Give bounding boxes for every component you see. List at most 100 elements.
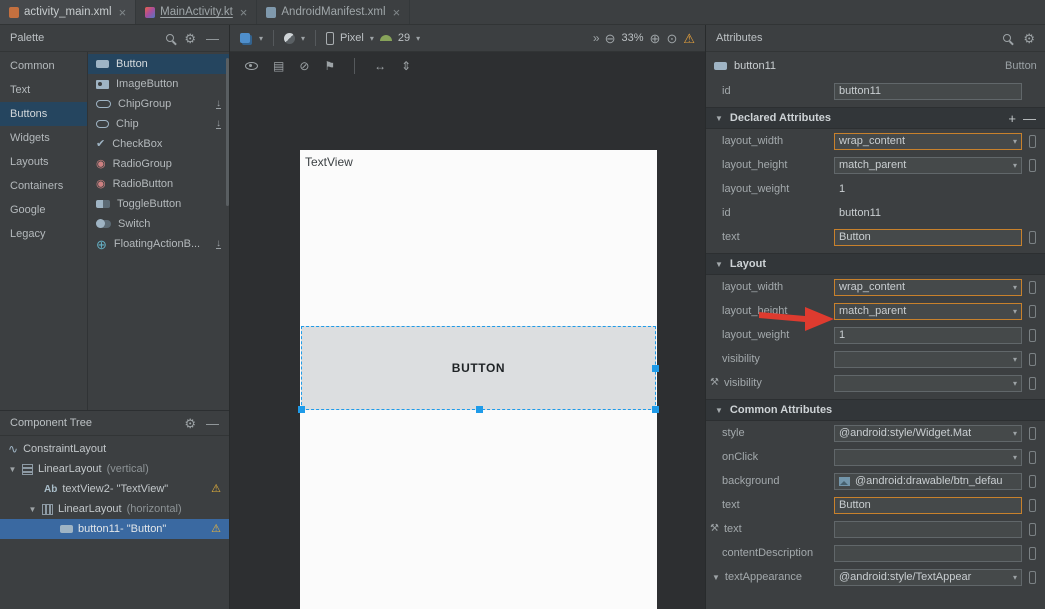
pick-resource-toggle[interactable] — [1029, 135, 1036, 148]
minimize-icon[interactable]: — — [206, 417, 219, 430]
gear-icon[interactable]: ⚙ — [184, 32, 196, 45]
style-dropdown[interactable]: @android:style/Widget.Mat ▾ — [834, 425, 1022, 442]
textappearance-dropdown[interactable]: @android:style/TextAppear ▾ — [834, 569, 1022, 586]
background-input[interactable]: @android:drawable/btn_defau — [834, 473, 1022, 490]
visibility-dropdown[interactable]: ▾ — [834, 351, 1022, 368]
warnings-icon[interactable]: ⚠ — [683, 32, 695, 45]
guidelines-icon[interactable]: ⚑ — [324, 60, 335, 72]
tools-visibility-dropdown[interactable]: ▾ — [834, 375, 1022, 392]
palette-category-common[interactable]: Common — [0, 54, 87, 78]
palette-item-chip[interactable]: Chip ↓ — [88, 114, 229, 134]
align-horizontal-icon[interactable]: ↔ — [374, 60, 386, 72]
resize-handle-bottom-right[interactable] — [652, 406, 659, 413]
expand-arrow-icon[interactable]: ▼ — [8, 465, 17, 474]
palette-item-switch[interactable]: Switch — [88, 214, 229, 234]
canvas-selected-button[interactable]: BUTTON — [301, 326, 656, 410]
close-icon[interactable]: × — [240, 6, 248, 19]
onclick-dropdown[interactable]: ▾ — [834, 449, 1022, 466]
collapse-triangle-icon[interactable]: ▼ — [712, 573, 720, 582]
tree-item-linearlayout-horizontal[interactable]: ▼ LinearLayout(horizontal) — [0, 499, 229, 519]
zoom-fit-icon[interactable]: ⊙ — [666, 32, 677, 45]
chevron-down-icon[interactable]: ▾ — [301, 34, 305, 43]
add-attribute-button[interactable]: + — [1008, 112, 1016, 125]
tools-text-input[interactable] — [834, 521, 1022, 538]
layout-height-dropdown[interactable]: match_parent ▾ — [834, 303, 1022, 320]
layout-width-dropdown[interactable]: wrap_content ▾ — [834, 133, 1022, 150]
blueprint-icon[interactable]: ▤ — [273, 60, 284, 72]
palette-item-radiogroup[interactable]: ◉ RadioGroup — [88, 154, 229, 174]
canvas-textview[interactable]: TextView — [305, 155, 353, 169]
palette-item-button[interactable]: Button — [88, 54, 229, 74]
resize-handle-bottom-left[interactable] — [298, 406, 305, 413]
pick-resource-toggle[interactable] — [1029, 427, 1036, 440]
text-input[interactable]: Button — [834, 229, 1022, 246]
pick-resource-toggle[interactable] — [1029, 499, 1036, 512]
palette-category-google[interactable]: Google — [0, 198, 87, 222]
device-selector[interactable]: Pixel — [340, 32, 364, 44]
resize-handle-right[interactable] — [652, 365, 659, 372]
section-common-attributes[interactable]: ▼ Common Attributes — [706, 399, 1045, 421]
pick-resource-toggle[interactable] — [1029, 523, 1036, 536]
tree-item-textview2[interactable]: Ab textView2- "TextView" ⚠ — [0, 479, 229, 499]
device-screen[interactable]: TextView BUTTON — [300, 150, 657, 609]
palette-category-layouts[interactable]: Layouts — [0, 150, 87, 174]
gear-icon[interactable]: ⚙ — [184, 417, 196, 430]
resize-handle-bottom[interactable] — [476, 406, 483, 413]
view-options-icon[interactable] — [245, 62, 258, 70]
tab-activity-main-xml[interactable]: activity_main.xml × — [0, 0, 136, 24]
text-input[interactable]: Button — [834, 497, 1022, 514]
tab-androidmanifest-xml[interactable]: AndroidManifest.xml × — [257, 0, 410, 24]
palette-category-containers[interactable]: Containers — [0, 174, 87, 198]
pick-resource-toggle[interactable] — [1029, 571, 1036, 584]
pick-resource-toggle[interactable] — [1029, 281, 1036, 294]
palette-item-floatingactionbutton[interactable]: ⊕ FloatingActionB... ↓ — [88, 234, 229, 254]
align-vertical-icon[interactable]: ⇕ — [401, 60, 411, 72]
id-input[interactable]: button11 — [834, 83, 1022, 100]
palette-category-widgets[interactable]: Widgets — [0, 126, 87, 150]
pick-resource-toggle[interactable] — [1029, 329, 1036, 342]
layout-weight-input[interactable]: 1 — [834, 327, 1022, 344]
palette-item-chipgroup[interactable]: ChipGroup ↓ — [88, 94, 229, 114]
search-icon[interactable] — [1003, 34, 1011, 42]
close-icon[interactable]: × — [119, 6, 127, 19]
id-value[interactable]: button11 — [834, 207, 881, 219]
chevron-down-icon[interactable]: ▾ — [370, 34, 374, 43]
layout-width-dropdown[interactable]: wrap_content ▾ — [834, 279, 1022, 296]
tree-item-linearlayout-vertical[interactable]: ▼ LinearLayout(vertical) — [0, 459, 229, 479]
palette-scrollbar[interactable] — [226, 58, 229, 206]
section-layout[interactable]: ▼ Layout — [706, 253, 1045, 275]
autoconnect-off-icon[interactable]: ⊘ — [299, 60, 309, 72]
chevron-down-icon[interactable]: ▾ — [259, 34, 263, 43]
palette-item-radiobutton[interactable]: ◉ RadioButton — [88, 174, 229, 194]
minimize-icon[interactable]: — — [206, 32, 219, 45]
layout-weight-value[interactable]: 1 — [834, 183, 845, 195]
pick-resource-toggle[interactable] — [1029, 475, 1036, 488]
palette-category-text[interactable]: Text — [0, 78, 87, 102]
tree-item-button11[interactable]: button11- "Button" ⚠ — [0, 519, 229, 539]
contentdescription-input[interactable] — [834, 545, 1022, 562]
zoom-out-icon[interactable]: ⊖ — [605, 32, 616, 45]
palette-category-legacy[interactable]: Legacy — [0, 222, 87, 246]
pick-resource-toggle[interactable] — [1029, 305, 1036, 318]
palette-item-checkbox[interactable]: ✔ CheckBox — [88, 134, 229, 154]
search-icon[interactable] — [166, 34, 174, 42]
pick-resource-toggle[interactable] — [1029, 159, 1036, 172]
expand-arrow-icon[interactable]: ▼ — [28, 505, 37, 514]
pick-resource-toggle[interactable] — [1029, 377, 1036, 390]
palette-item-togglebutton[interactable]: ToggleButton — [88, 194, 229, 214]
chevron-down-icon[interactable]: ▾ — [416, 34, 420, 43]
close-icon[interactable]: × — [393, 6, 401, 19]
pick-resource-toggle[interactable] — [1029, 547, 1036, 560]
section-declared-attributes[interactable]: ▼ Declared Attributes + — — [706, 107, 1045, 129]
remove-attribute-button[interactable]: — — [1023, 112, 1036, 125]
tab-mainactivity-kt[interactable]: MainActivity.kt × — [136, 0, 257, 24]
design-surface-icon[interactable] — [240, 33, 250, 43]
pick-resource-toggle[interactable] — [1029, 353, 1036, 366]
pick-resource-toggle[interactable] — [1029, 451, 1036, 464]
zoom-in-icon[interactable]: ⊕ — [650, 32, 661, 45]
layout-height-dropdown[interactable]: match_parent ▾ — [834, 157, 1022, 174]
palette-item-imagebutton[interactable]: ImageButton — [88, 74, 229, 94]
api-selector[interactable]: 29 — [398, 32, 410, 44]
tree-item-constraintlayout[interactable]: ∿ ConstraintLayout — [0, 439, 229, 459]
overflow-chevrons-icon[interactable]: » — [593, 31, 599, 45]
